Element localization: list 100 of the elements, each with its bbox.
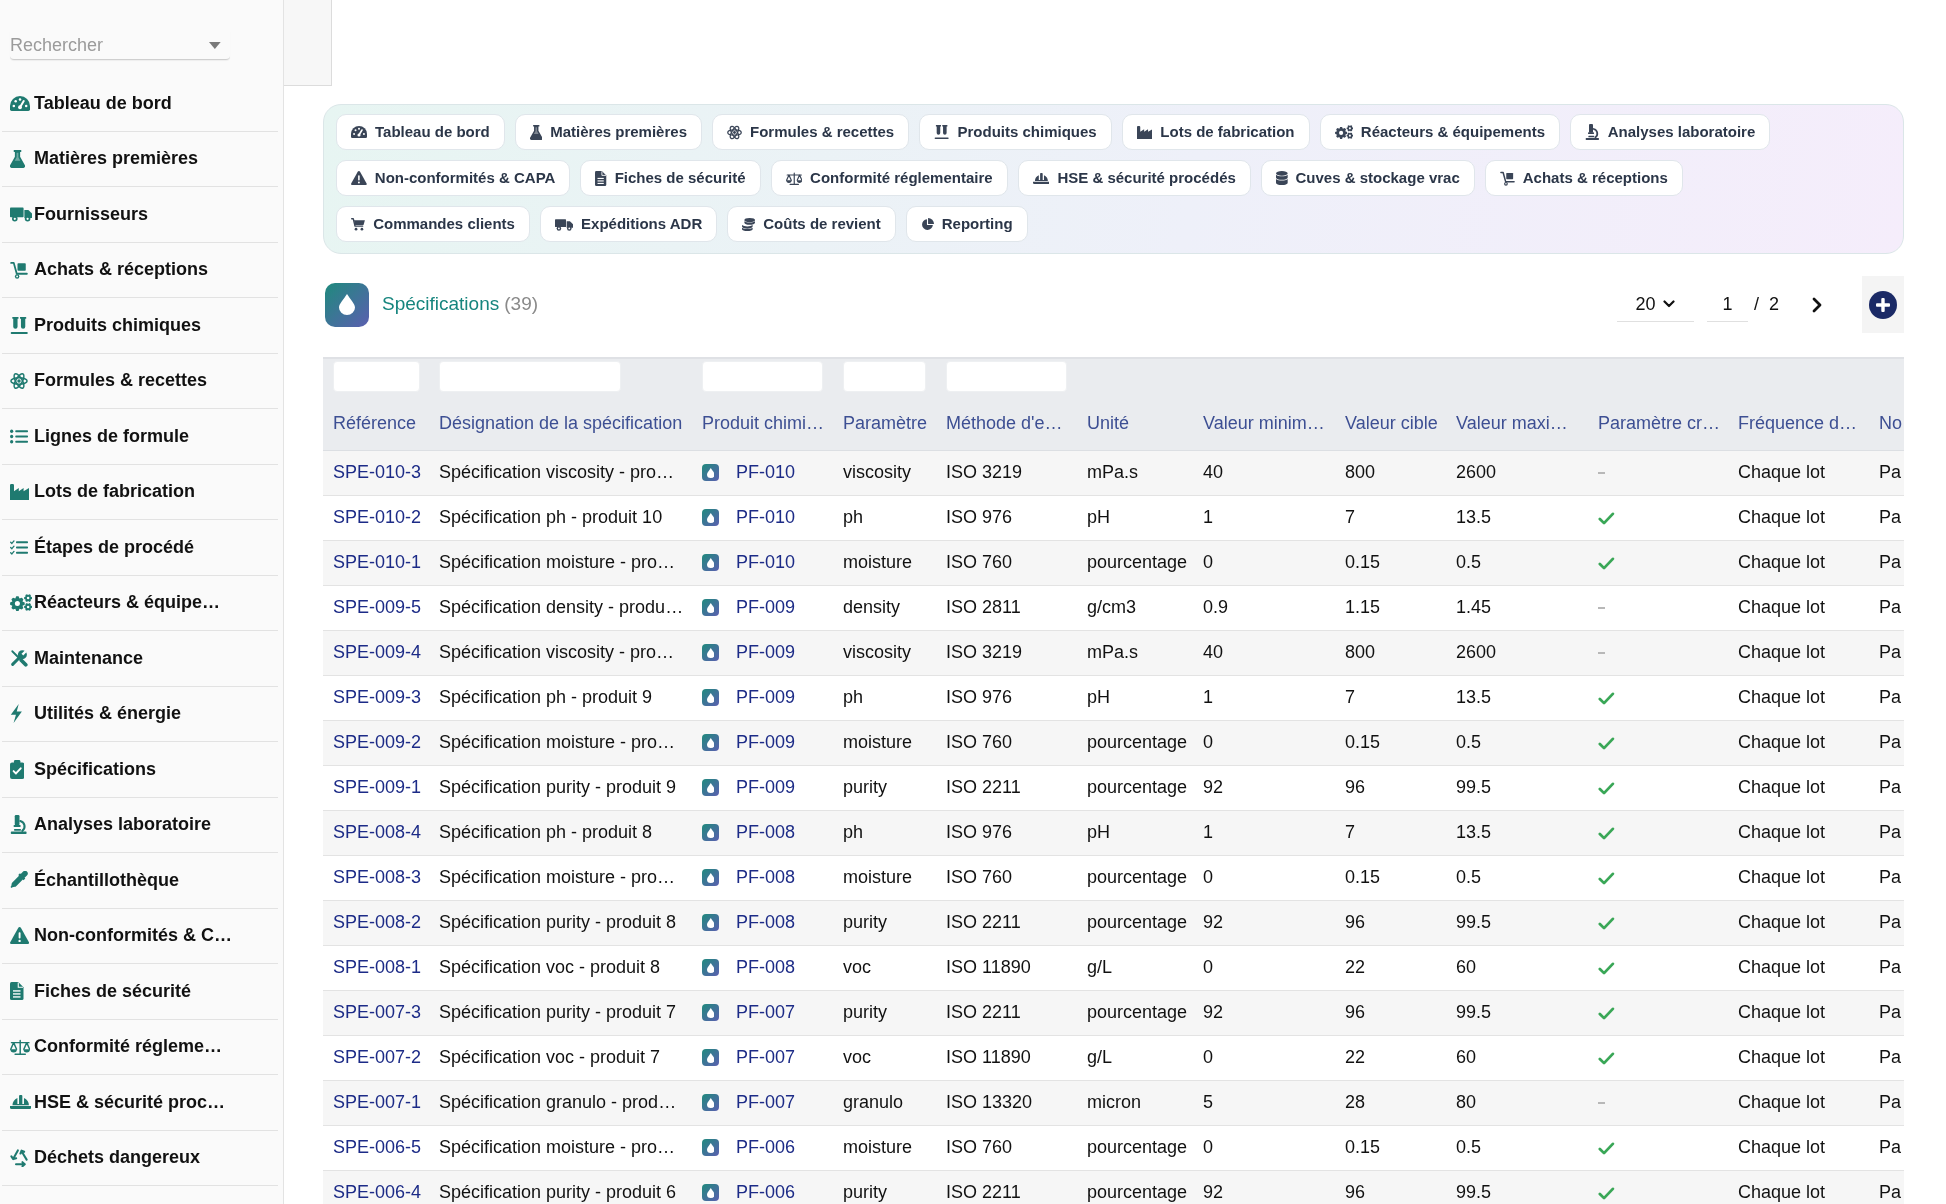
- table-cell: 0.15: [1335, 1125, 1446, 1170]
- table-cell: Chaque lot: [1728, 990, 1870, 1035]
- column-header: No: [1870, 397, 1904, 450]
- add-button[interactable]: [1862, 276, 1904, 333]
- droplet-icon: [702, 914, 719, 932]
- product-link[interactable]: PF-010: [736, 462, 796, 483]
- sidebar-item[interactable]: Lignes de formule: [2, 409, 278, 465]
- module-link[interactable]: HSE & sécurité procédés: [1017, 160, 1251, 196]
- gauge-icon: [10, 95, 30, 111]
- table-cell: 1: [1193, 810, 1335, 855]
- module-link[interactable]: Commandes clients: [336, 206, 530, 242]
- product-link[interactable]: PF-008: [736, 957, 796, 978]
- module-link[interactable]: Fiches de sécurité: [580, 160, 761, 196]
- module-link[interactable]: Produits chimiques: [919, 114, 1112, 150]
- sidebar-item[interactable]: Réacteurs & équipe…: [2, 575, 278, 631]
- product-link[interactable]: PF-007: [736, 1047, 796, 1068]
- product-link[interactable]: PF-008: [736, 822, 796, 843]
- sidebar-item[interactable]: Déchets dangereux: [2, 1130, 278, 1186]
- table-cell: Chaque lot: [1728, 450, 1870, 495]
- sidebar-item[interactable]: Étapes de procédé: [2, 520, 278, 576]
- table-cell: 96: [1335, 900, 1446, 945]
- reference-link[interactable]: SPE-009-1: [333, 777, 422, 797]
- table-cell: Pa: [1870, 675, 1904, 720]
- factory-icon: [1136, 125, 1153, 139]
- reference-link[interactable]: SPE-008-3: [333, 867, 422, 887]
- table-cell: 99.5: [1446, 900, 1588, 945]
- module-link[interactable]: Cuves & stockage vrac: [1260, 160, 1475, 196]
- sidebar-item[interactable]: Maintenance: [2, 631, 278, 687]
- reference-link[interactable]: SPE-009-3: [333, 687, 422, 707]
- column-header: Méthode d'e…: [936, 397, 1077, 450]
- module-link[interactable]: Conformité réglementaire: [770, 160, 1008, 196]
- module-link[interactable]: Non-conformités & CAPA: [336, 160, 571, 196]
- product-link[interactable]: PF-006: [736, 1137, 796, 1158]
- module-link[interactable]: Tableau de bord: [336, 114, 505, 150]
- table-cell: Chaque lot: [1728, 810, 1870, 855]
- reference-link[interactable]: SPE-010-2: [333, 507, 422, 527]
- table-cell: ISO 760: [936, 540, 1077, 585]
- module-link[interactable]: Achats & réceptions: [1484, 160, 1683, 196]
- module-link[interactable]: Reporting: [905, 206, 1028, 242]
- table-cell: g/L: [1077, 945, 1193, 990]
- search-field[interactable]: Rechercher: [10, 31, 230, 60]
- caret-down-icon: [209, 42, 221, 49]
- module-link[interactable]: Lots de fabrication: [1121, 114, 1310, 150]
- table-cell: Pa: [1870, 900, 1904, 945]
- product-link[interactable]: PF-009: [736, 687, 796, 708]
- sidebar-item[interactable]: Non-conformités & C…: [2, 908, 278, 964]
- sidebar-item[interactable]: HSE & sécurité proc…: [2, 1075, 278, 1131]
- sidebar-item[interactable]: Fournisseurs: [2, 187, 278, 243]
- table-cell: pH: [1077, 810, 1193, 855]
- product-link[interactable]: PF-010: [736, 552, 796, 573]
- module-link[interactable]: Expéditions ADR: [539, 206, 718, 242]
- table-cell: ISO 13320: [936, 1080, 1077, 1125]
- product-link[interactable]: PF-010: [736, 507, 796, 528]
- microscope-icon: [1585, 124, 1600, 140]
- product-link[interactable]: PF-009: [736, 732, 796, 753]
- next-page-button[interactable]: [1812, 296, 1822, 313]
- product-link[interactable]: PF-009: [736, 777, 796, 798]
- sidebar-item[interactable]: Matières premières: [2, 131, 278, 187]
- product-link[interactable]: PF-008: [736, 867, 796, 888]
- warning-icon: [351, 171, 367, 185]
- module-link[interactable]: Formules & recettes: [712, 114, 910, 150]
- table-cell: 0: [1193, 1035, 1335, 1080]
- sidebar-item[interactable]: Échantillothèque: [2, 853, 278, 909]
- product-link[interactable]: PF-008: [736, 912, 796, 933]
- sidebar-item[interactable]: Tableau de bord: [2, 76, 278, 132]
- module-link[interactable]: Matières premières: [514, 114, 702, 150]
- table-cell: voc: [833, 1035, 936, 1080]
- sidebar-item[interactable]: Analyses laboratoire: [2, 797, 278, 853]
- sidebar-item[interactable]: Achats & réceptions: [2, 242, 278, 298]
- table-cell: Chaque lot: [1728, 900, 1870, 945]
- reference-link[interactable]: SPE-007-2: [333, 1047, 422, 1067]
- module-link[interactable]: Analyses laboratoire: [1570, 114, 1771, 150]
- reference-link[interactable]: SPE-008-1: [333, 957, 422, 977]
- table-cell: Pa: [1870, 945, 1904, 990]
- microscope-icon: [10, 815, 28, 835]
- sidebar-item[interactable]: Spécifications: [2, 742, 278, 798]
- sidebar-item[interactable]: Conformité régleme…: [2, 1019, 278, 1075]
- column-header: Fréquence d…: [1728, 397, 1870, 450]
- sidebar-item[interactable]: Lots de fabrication: [2, 464, 278, 520]
- droplet-icon: [702, 959, 719, 977]
- product-link[interactable]: PF-007: [736, 1092, 796, 1113]
- product-link[interactable]: PF-009: [736, 642, 796, 663]
- product-link[interactable]: PF-007: [736, 1002, 796, 1023]
- page-size-select[interactable]: 20: [1616, 287, 1694, 322]
- reference-link[interactable]: SPE-006-5: [333, 1137, 422, 1157]
- sidebar-item[interactable]: Utilités & énergie: [2, 686, 278, 742]
- table-cell: g/cm3: [1077, 585, 1193, 630]
- sidebar-item[interactable]: Formules & recettes: [2, 353, 278, 409]
- reference-link[interactable]: SPE-009-5: [333, 597, 422, 617]
- sidebar-item[interactable]: Produits chimiques: [2, 298, 278, 354]
- column-header: Produit chimi…: [692, 397, 833, 450]
- table-cell: 28: [1335, 1080, 1446, 1125]
- table-cell: pourcentage: [1077, 990, 1193, 1035]
- table-cell: mPa.s: [1077, 450, 1193, 495]
- sidebar-item[interactable]: Fiches de sécurité: [2, 964, 278, 1020]
- module-link[interactable]: Réacteurs & équipements: [1319, 114, 1561, 150]
- page-input[interactable]: 1: [1706, 287, 1748, 322]
- table-cell: moisture: [833, 1125, 936, 1170]
- module-link[interactable]: Coûts de revient: [727, 206, 896, 242]
- product-link[interactable]: PF-009: [736, 597, 796, 618]
